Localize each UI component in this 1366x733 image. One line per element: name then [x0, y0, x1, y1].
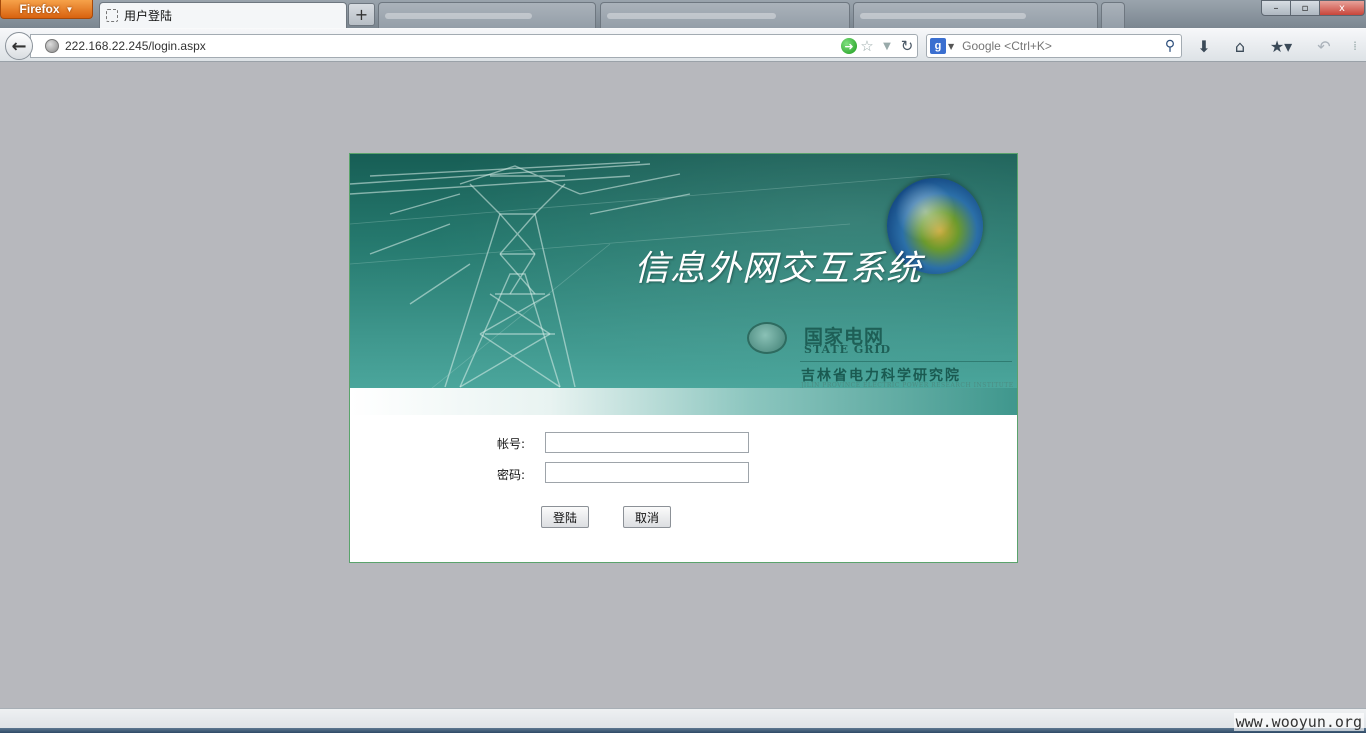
tab-background[interactable] — [378, 2, 596, 28]
close-icon: x — [1339, 2, 1345, 14]
system-banner: 信息外网交互系统 国家电网 STATE GRID 吉林省电力科学研究院 JILI… — [350, 154, 1017, 415]
minimize-icon: – — [1273, 2, 1279, 14]
plus-icon: + — [354, 5, 369, 24]
tab-title-blurred — [385, 12, 532, 19]
maximize-button[interactable]: ▫ — [1290, 0, 1320, 16]
reload-icon[interactable]: ↻ — [897, 37, 917, 55]
page-favicon-icon — [106, 9, 118, 22]
search-icon[interactable]: ⚲ — [1159, 38, 1181, 54]
page-content: 信息外网交互系统 国家电网 STATE GRID 吉林省电力科学研究院 JILI… — [0, 62, 1366, 708]
home-icon[interactable]: ⌂ — [1229, 36, 1251, 56]
login-button[interactable]: 登陆 — [541, 506, 589, 528]
back-arrow-icon: ← — [11, 35, 27, 57]
firefox-menu-button[interactable]: Firefox ▼ — [0, 0, 93, 19]
password-input[interactable] — [545, 462, 749, 483]
undo-icon[interactable]: ↶ — [1313, 36, 1335, 56]
overflow-grip-icon[interactable]: ⁞ — [1344, 36, 1366, 56]
search-input[interactable] — [962, 39, 1159, 53]
maximize-icon: ▫ — [1301, 2, 1309, 14]
minimize-button[interactable]: – — [1261, 0, 1291, 16]
tab-title: 用户登陆 — [124, 9, 173, 23]
system-title: 信息外网交互系统 — [634, 249, 923, 289]
password-label: 密码: — [497, 468, 526, 482]
banner-fade — [350, 388, 1017, 415]
watermark-text: www.wooyun.org — [1233, 713, 1364, 731]
search-bar: g ▼ ⚲ — [926, 34, 1182, 58]
os-taskbar — [0, 728, 1366, 733]
cancel-button[interactable]: 取消 — [623, 506, 671, 528]
tab-background[interactable] — [853, 2, 1098, 28]
bookmarks-menu-icon[interactable]: ★▾ — [1266, 36, 1296, 56]
account-input[interactable] — [545, 432, 749, 453]
back-button[interactable]: ← — [5, 32, 33, 60]
state-grid-logo-icon — [747, 322, 787, 354]
tab-title-blurred — [860, 12, 1026, 19]
tab-active[interactable]: 用户登陆 — [99, 2, 347, 28]
banner-divider — [800, 361, 1012, 362]
chevron-down-icon: ▼ — [65, 4, 74, 14]
tab-background[interactable] — [600, 2, 850, 28]
engine-dropdown-icon[interactable]: ▼ — [948, 42, 954, 51]
google-engine-icon[interactable]: g — [930, 38, 946, 54]
new-tab-button[interactable]: + — [348, 3, 375, 26]
navigation-toolbar: 222.168.22.245/login.aspx ➜ ☆ ▼ ↻ ← g ▼ … — [0, 28, 1366, 62]
star-icon[interactable]: ☆ — [857, 37, 877, 55]
account-label: 帐号: — [497, 437, 526, 451]
status-bar — [0, 708, 1366, 728]
dropdown-icon[interactable]: ▼ — [877, 41, 897, 52]
login-panel: 信息外网交互系统 国家电网 STATE GRID 吉林省电力科学研究院 JILI… — [349, 153, 1018, 563]
title-bar: Firefox ▼ 用户登陆 + – ▫ x — [0, 0, 1366, 28]
firefox-menu-label: Firefox — [19, 2, 60, 16]
tab-background[interactable] — [1101, 2, 1125, 28]
tab-title-blurred — [607, 12, 777, 19]
site-identity-icon[interactable] — [45, 39, 59, 53]
url-text[interactable]: 222.168.22.245/login.aspx — [65, 39, 841, 53]
downloads-icon[interactable]: ⬇ — [1193, 36, 1215, 56]
go-arrow-icon[interactable]: ➜ — [841, 38, 857, 54]
address-bar[interactable]: 222.168.22.245/login.aspx ➜ ☆ ▼ ↻ — [30, 34, 918, 58]
company-name-en: STATE GRID — [804, 343, 892, 356]
close-window-button[interactable]: x — [1319, 0, 1365, 16]
